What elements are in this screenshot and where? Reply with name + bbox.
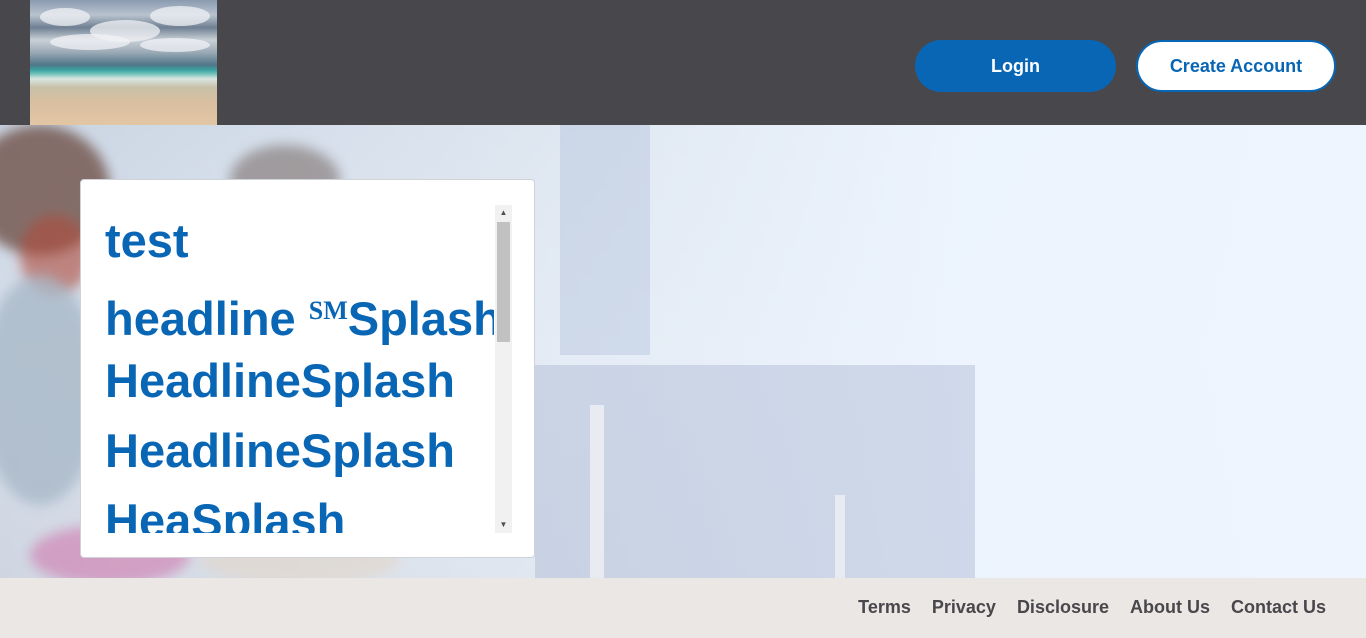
footer-link-about-us[interactable]: About Us	[1130, 597, 1210, 618]
create-account-button[interactable]: Create Account	[1136, 40, 1336, 92]
footer-nav: Terms Privacy Disclosure About Us Contac…	[858, 597, 1326, 618]
footer-link-contact-us[interactable]: Contact Us	[1231, 597, 1326, 618]
headline-item: headline SMSplash	[105, 292, 494, 345]
scrollbar-thumb[interactable]	[497, 222, 510, 342]
footer-link-disclosure[interactable]: Disclosure	[1017, 597, 1109, 618]
headline-item: HeadlineSplash	[105, 354, 455, 407]
panel-scrollbar[interactable]: ▲ ▼	[495, 205, 512, 533]
headline-panel: test headline SMSplash HeadlineSplash He…	[80, 179, 535, 558]
service-mark: SM	[308, 296, 348, 325]
site-footer: Terms Privacy Disclosure About Us Contac…	[0, 578, 1366, 638]
login-button[interactable]: Login	[915, 40, 1116, 92]
logo-image[interactable]	[30, 0, 217, 125]
site-header: Login Create Account	[0, 0, 1366, 125]
scroll-up-icon[interactable]: ▲	[495, 205, 512, 221]
headline-item: HeadlineSplash	[105, 424, 455, 477]
scroll-down-icon[interactable]: ▼	[495, 517, 512, 533]
headline-item: test	[105, 214, 189, 267]
headline-item: HeaSplash	[105, 494, 346, 533]
footer-link-privacy[interactable]: Privacy	[932, 597, 996, 618]
footer-link-terms[interactable]: Terms	[858, 597, 911, 618]
headline-list[interactable]: test headline SMSplash HeadlineSplash He…	[105, 206, 494, 533]
